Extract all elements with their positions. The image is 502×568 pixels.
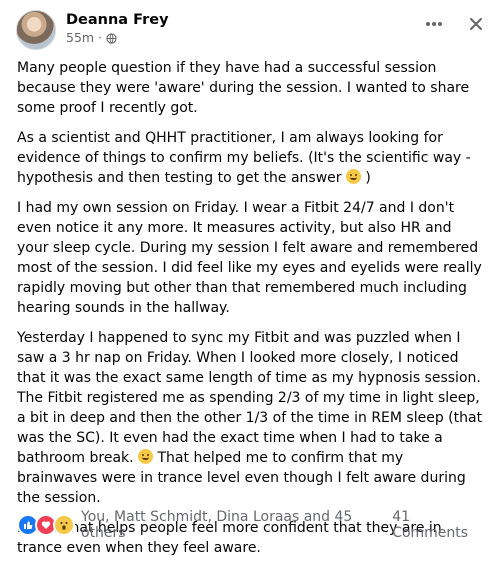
reactions-text: You, Matt Schmidt, Dina Loraas and 45 ot…: [81, 509, 353, 541]
reactions-summary[interactable]: You, Matt Schmidt, Dina Loraas and 45 ot…: [17, 509, 392, 541]
separator-dot: ·: [98, 30, 103, 45]
comments-count-link[interactable]: 41 Comments: [392, 509, 488, 541]
post-paragraph: Many people question if they have had a …: [17, 60, 470, 116]
post-footer: You, Matt Schmidt, Dina Loraas and 45 ot…: [17, 509, 488, 541]
post-body: Many people question if they have had a …: [17, 58, 487, 568]
globe-icon: [106, 32, 117, 44]
author-avatar[interactable]: [16, 10, 56, 50]
post-time[interactable]: 55m: [66, 29, 94, 47]
post-paragraph: As a scientist and QHHT practitioner, I …: [17, 130, 471, 186]
post-actions: [424, 14, 486, 34]
post-paragraph: Yesterday I happened to sync my Fitbit a…: [17, 330, 483, 506]
post-header: Deanna Frey 55m ·: [16, 10, 169, 50]
more-horizontal-icon[interactable]: [424, 14, 444, 34]
author-name[interactable]: Deanna Frey: [66, 11, 169, 29]
close-icon[interactable]: [466, 14, 486, 34]
reaction-icons: [17, 514, 75, 536]
post-meta: Deanna Frey 55m ·: [66, 11, 169, 47]
post-card: Deanna Frey 55m · Many people question i…: [0, 0, 502, 556]
smile-emoji-icon: [345, 169, 361, 184]
wow-icon: [53, 514, 75, 536]
smile-emoji-icon: [138, 449, 154, 464]
post-paragraph: I had my own session on Friday. I wear a…: [17, 200, 482, 316]
post-subline: 55m ·: [66, 29, 169, 47]
